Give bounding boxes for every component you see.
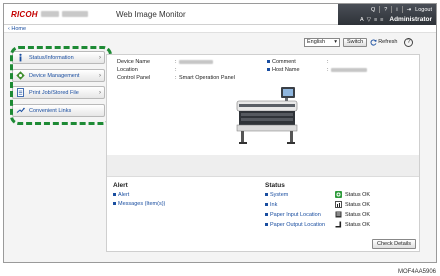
search-icon[interactable]: Q	[371, 7, 375, 13]
figure-caption: MOF4AA5906	[397, 269, 436, 275]
app-title: Web Image Monitor	[116, 10, 186, 19]
browser-frame: RICOH Web Image Monitor Q ? i ⇥ Logout A…	[3, 3, 437, 263]
ink-icon	[335, 201, 342, 208]
header: RICOH Web Image Monitor Q ? i ⇥ Logout A…	[4, 4, 436, 25]
logo: RICOH	[11, 9, 88, 19]
control-panel-value: Smart Operation Panel	[179, 75, 235, 81]
logout-icon[interactable]: ⇥	[407, 7, 412, 13]
status-system-value: Status OK	[345, 192, 371, 198]
status-paper-input-value: Status OK	[345, 212, 371, 218]
refresh-icon	[370, 38, 377, 45]
help-icon[interactable]: ?	[384, 7, 387, 13]
switch-button[interactable]: Switch	[343, 37, 368, 47]
printer-image	[236, 87, 298, 144]
help-button[interactable]: ?	[404, 37, 414, 47]
status-paper-input-row[interactable]: Paper Input Location	[265, 212, 321, 218]
control-panel-row: Control Panel : Smart Operation Panel	[117, 75, 235, 81]
paper-input-icon	[335, 211, 342, 218]
breadcrumb: ‹ Home	[4, 25, 436, 33]
account-icon[interactable]: A	[360, 17, 364, 23]
status-ink-row[interactable]: Ink	[265, 202, 277, 208]
filter-icon[interactable]: ▽	[367, 17, 371, 23]
home-link[interactable]: ‹ Home	[8, 26, 26, 32]
device-name-row: Device Name :	[117, 59, 213, 65]
highlight-dashed-outline	[10, 46, 112, 125]
brand-logo: RICOH	[11, 9, 38, 19]
status-ink-value: Status OK	[345, 202, 371, 208]
admin-label: Administrator	[389, 16, 432, 23]
refresh-button[interactable]: Refresh	[370, 38, 397, 46]
paper-output-icon	[335, 221, 342, 228]
comment-row: Comment :	[267, 59, 329, 65]
messages-link[interactable]: Messages (Item(s))	[113, 201, 165, 207]
host-name-row: Host Name :	[267, 67, 367, 73]
utility-bar: Q ? i ⇥ Logout A ▽ ≡ ≡ Administrator	[338, 4, 436, 25]
chevron-down-icon: ▾	[334, 39, 337, 45]
status-title: Status	[265, 182, 285, 189]
status-paper-output-row[interactable]: Paper Output Location	[265, 222, 325, 228]
toolbar: English ▾ Switch Refresh ?	[304, 37, 414, 47]
alert-title: Alert	[113, 182, 128, 189]
location-row: Location :	[117, 67, 177, 73]
system-ok-icon	[335, 191, 342, 198]
logout-link[interactable]: Logout	[415, 7, 432, 13]
main-panel: Device Name : Location : Control Panel :…	[106, 54, 420, 252]
status-paper-output-value: Status OK	[345, 222, 371, 228]
language-select[interactable]: English ▾	[304, 37, 340, 47]
info-icon[interactable]: i	[396, 7, 397, 13]
status-system-row[interactable]: System	[265, 192, 288, 198]
check-details-button[interactable]: Check Details	[372, 239, 416, 249]
list-icon[interactable]: ≡	[380, 17, 383, 23]
alert-link[interactable]: Alert	[113, 192, 129, 198]
menu-icon[interactable]: ≡	[374, 17, 377, 23]
